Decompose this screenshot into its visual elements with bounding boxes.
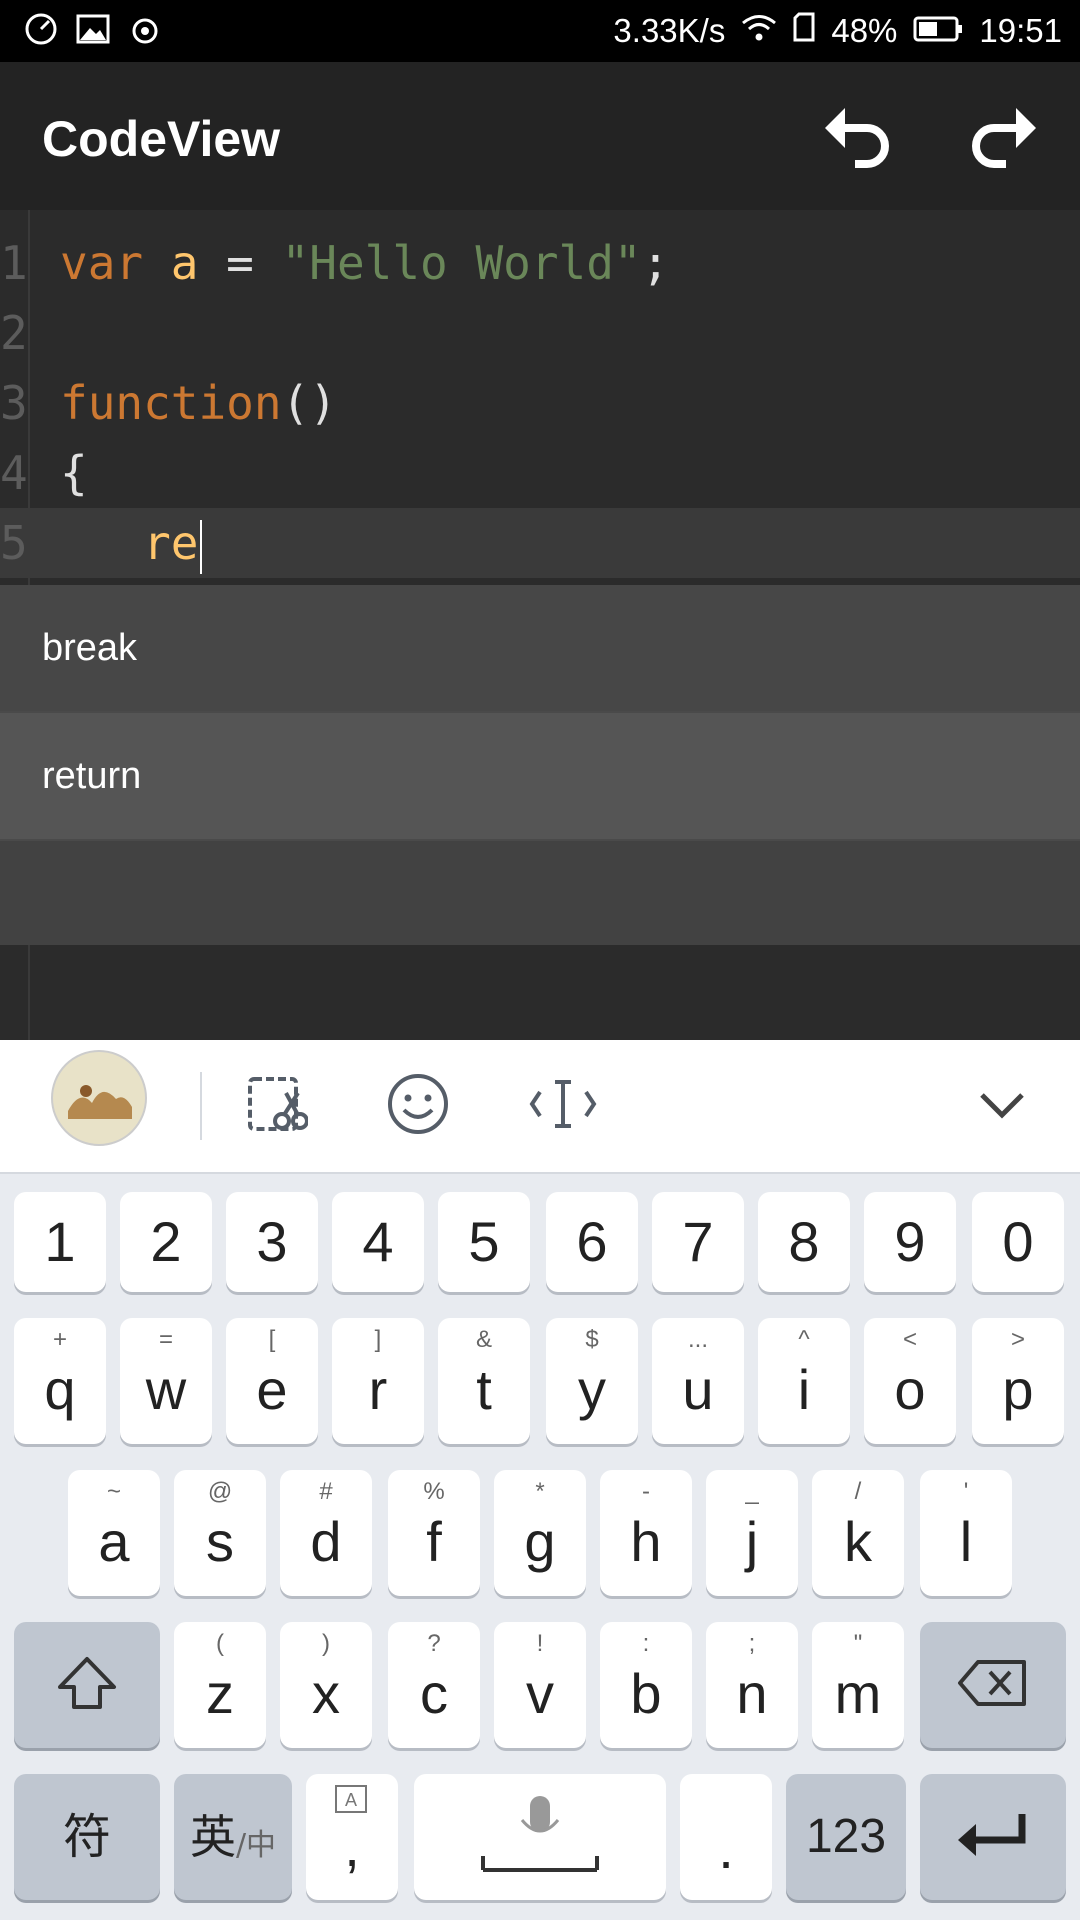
battery-percent: 48% [831,12,898,49]
key-f[interactable]: % f [388,1470,480,1596]
key-0[interactable]: 0 [972,1192,1064,1292]
backspace-key[interactable] [920,1622,1066,1748]
svg-text:A: A [345,1790,357,1810]
numbers-key[interactable]: 123 [786,1774,906,1900]
backspace-icon [956,1658,1030,1713]
code-line-5-current[interactable]: 5 re [0,508,1080,578]
clock: 19:51 [979,12,1062,49]
key-k[interactable]: / k [812,1470,904,1596]
key-j[interactable]: _ j [706,1470,798,1596]
autocomplete-empty-space [0,841,1080,945]
clipboard-cut-icon [246,1073,309,1140]
comma-key[interactable]: A , [306,1774,398,1900]
line-number: 3 [0,376,28,430]
code-line-4[interactable]: 4 { [0,438,1080,508]
cursor-move-icon [528,1076,598,1137]
line-number: 2 [0,306,28,360]
key-m[interactable]: " m [812,1622,904,1748]
network-speed: 3.33K/s [613,12,726,49]
key-u[interactable]: ... u [652,1318,744,1444]
key-r[interactable]: ] r [332,1318,424,1444]
line-code: { [60,446,88,500]
shift-key[interactable] [14,1622,160,1748]
line-number: 4 [0,446,28,500]
line-code: function() [60,376,337,430]
code-line-2[interactable]: 2 [0,298,1080,368]
code-line-3[interactable]: 3 function() [0,368,1080,438]
key-q[interactable]: + q [14,1318,106,1444]
key-n[interactable]: ; n [706,1622,798,1748]
autocomplete-item-break[interactable]: break [0,585,1080,711]
space-key[interactable] [414,1774,666,1900]
enter-key[interactable] [920,1774,1066,1900]
line-code: re [60,508,203,578]
emoji-button[interactable] [386,1066,450,1146]
app-title: CodeView [42,111,281,167]
weibo-icon [128,12,162,51]
clipboard-cut-button[interactable] [246,1066,309,1146]
key-p[interactable]: > p [972,1318,1064,1444]
handwriting-icon: A [334,1784,368,1819]
microphone-icon [479,1792,601,1883]
key-a[interactable]: ~ a [68,1470,160,1596]
line-code: var a = "Hello World"; [60,236,670,290]
speedometer-icon [24,12,58,51]
keyboard-toolbar [0,1040,1080,1174]
key-2[interactable]: 2 [120,1192,212,1292]
wifi-icon [741,12,777,50]
battery-icon [913,12,963,50]
chevron-down-icon [976,1087,1028,1126]
key-v[interactable]: ! v [494,1622,586,1748]
line-number: 1 [0,236,28,290]
status-bar: 3.33K/s 48% 19:51 [0,0,1080,62]
redo-icon [966,98,1040,177]
line-number: 5 [0,516,28,570]
key-i[interactable]: ^ i [758,1318,850,1444]
key-1[interactable]: 1 [14,1192,106,1292]
redo-button[interactable] [958,92,1048,182]
key-6[interactable]: 6 [546,1192,638,1292]
period-key[interactable]: . [680,1774,772,1900]
soft-keyboard: 1 2 3 4 5 6 7 8 9 0 + q = w [e ] r & t $ y ..… [0,1040,1080,1920]
key-e[interactable]: [e [226,1318,318,1444]
key-4[interactable]: 4 [332,1192,424,1292]
key-z[interactable]: (z [174,1622,266,1748]
key-y[interactable]: $ y [546,1318,638,1444]
code-line-1[interactable]: 1 var a = "Hello World"; [0,228,1080,298]
autocomplete-item-return[interactable]: return [0,713,1080,839]
key-5[interactable]: 5 [438,1192,530,1292]
emoji-icon [386,1072,450,1141]
key-h[interactable]: -h [600,1470,692,1596]
enter-icon [956,1810,1030,1865]
symbols-key[interactable]: 符 [14,1774,160,1900]
key-l[interactable]: ' l [920,1470,1012,1596]
key-b[interactable]: :b [600,1622,692,1748]
key-o[interactable]: < o [864,1318,956,1444]
undo-icon [821,98,895,177]
autocomplete-popup: break return [0,585,1080,945]
cursor-move-button[interactable] [528,1066,598,1146]
key-x[interactable]: ) x [280,1622,372,1748]
key-7[interactable]: 7 [652,1192,744,1292]
collapse-keyboard-button[interactable] [976,1066,1028,1146]
key-c[interactable]: ? c [388,1622,480,1748]
image-icon [76,14,110,49]
toolbar-divider [200,1072,202,1140]
key-d[interactable]: # d [280,1470,372,1596]
key-s[interactable]: @ s [174,1470,266,1596]
key-g[interactable]: * g [494,1470,586,1596]
app-bar: CodeView [0,62,1080,210]
undo-button[interactable] [813,92,903,182]
avatar[interactable] [50,1050,148,1146]
key-w[interactable]: = w [120,1318,212,1444]
key-9[interactable]: 9 [864,1192,956,1292]
key-t[interactable]: & t [438,1318,530,1444]
key-8[interactable]: 8 [758,1192,850,1292]
language-switch-key[interactable]: 英/中 [174,1774,292,1900]
shift-icon [56,1655,118,1716]
text-cursor [200,519,203,574]
key-3[interactable]: 3 [226,1192,318,1292]
sim-icon [793,12,815,50]
